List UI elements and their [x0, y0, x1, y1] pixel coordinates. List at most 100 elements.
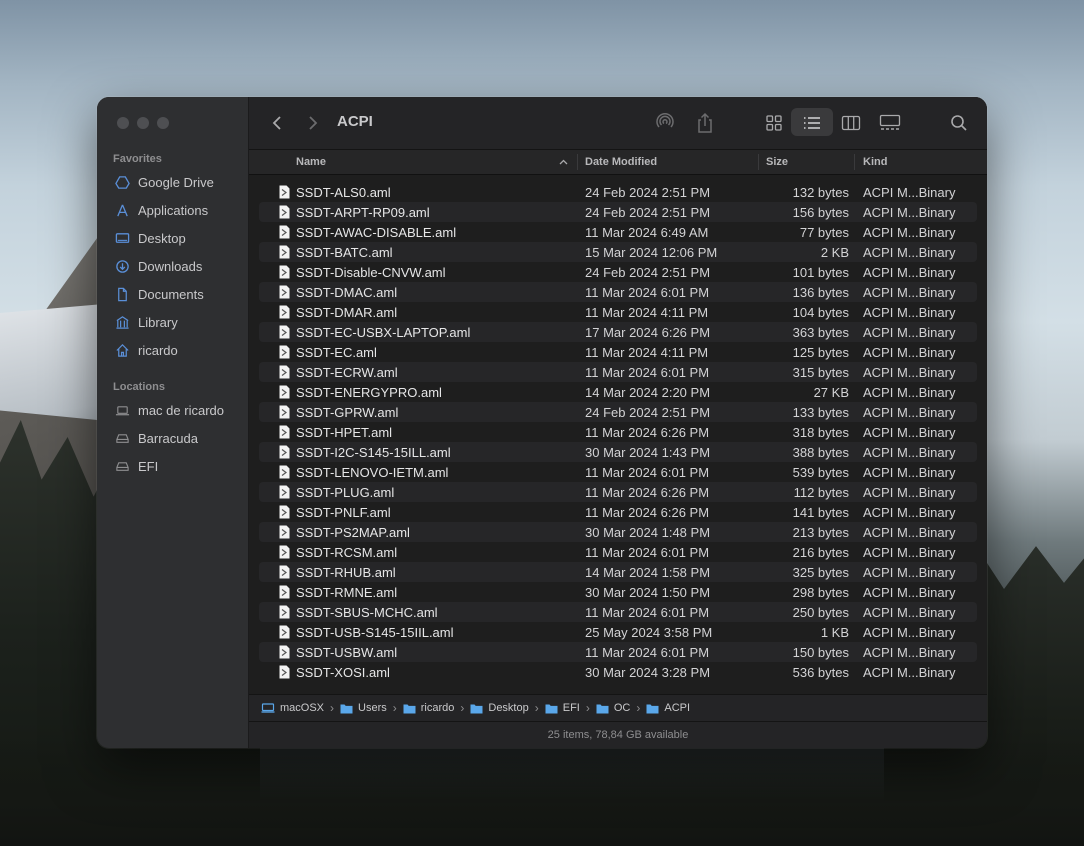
sidebar-item-barracuda[interactable]: Barracuda [115, 427, 198, 449]
file-row[interactable]: SSDT-SBUS-MCHC.aml 11 Mar 2024 6:01 PM 250… [259, 602, 977, 622]
documents-icon [118, 287, 127, 301]
file-row[interactable]: SSDT-USB-S145-15IIL.aml 25 May 2024 3:58 … [259, 622, 977, 642]
file-kind: ACPI M...Binary [863, 545, 956, 560]
sidebar-item-mac-de-ricardo[interactable]: mac de ricardo [115, 399, 224, 421]
file-row[interactable]: SSDT-AWAC-DISABLE.aml 11 Mar 2024 6:49 AM… [259, 222, 977, 242]
file-row[interactable]: SSDT-DMAR.aml 11 Mar 2024 4:11 PM 104 byte… [259, 302, 977, 322]
minimize-button[interactable] [137, 117, 149, 129]
aml-file-icon [279, 365, 290, 379]
file-name: SSDT-PNLF.aml [296, 505, 391, 520]
file-date-modified: 11 Mar 2024 4:11 PM [585, 345, 709, 360]
sidebar-item-desktop[interactable]: Desktop [115, 227, 186, 249]
file-row[interactable]: SSDT-LENOVO-IETM.aml 11 Mar 2024 6:01 PM 5… [259, 462, 977, 482]
aml-file-icon [279, 465, 290, 479]
breadcrumb-item[interactable]: ACPI [646, 702, 690, 714]
file-size: 539 bytes [792, 465, 849, 480]
file-name: SSDT-ECRW.aml [296, 365, 398, 380]
file-row[interactable]: SSDT-RMNE.aml 30 Mar 2024 1:50 PM 298 byte… [259, 582, 977, 602]
file-row[interactable]: SSDT-ECRW.aml 11 Mar 2024 6:01 PM 315 byte… [259, 362, 977, 382]
breadcrumb-item[interactable]: macOSX [261, 702, 324, 714]
sidebar-item-label: Desktop [138, 230, 186, 246]
file-row[interactable]: SSDT-PNLF.aml 11 Mar 2024 6:26 PM 141 byte… [259, 502, 977, 522]
file-row[interactable]: SSDT-HPET.aml 11 Mar 2024 6:26 PM 318 byte… [259, 422, 977, 442]
column-separator[interactable] [854, 154, 855, 170]
icon-view-button[interactable] [761, 110, 787, 136]
file-row[interactable]: SSDT-EC-USBX-LAPTOP.aml 17 Mar 2024 6:26 … [259, 322, 977, 342]
column-separator[interactable] [758, 154, 759, 170]
file-date-modified: 25 May 2024 3:58 PM [585, 625, 713, 640]
breadcrumb-item[interactable]: ricardo [403, 702, 454, 714]
file-name: SSDT-RMNE.aml [296, 585, 398, 600]
file-row[interactable]: SSDT-GPRW.aml 24 Feb 2024 2:51 PM 133 byte… [259, 402, 977, 422]
chevron-right-icon: › [636, 701, 641, 715]
file-row[interactable]: SSDT-XOSI.aml 30 Mar 2024 3:28 PM 536 byte… [259, 662, 977, 682]
file-row[interactable]: SSDT-I2C-S145-15ILL.aml 30 Mar 2024 1:43 … [259, 442, 977, 462]
file-name: SSDT-ARPT-RP09.aml [296, 205, 430, 220]
window-title: ACPI [337, 113, 373, 130]
file-row[interactable]: SSDT-ARPT-RP09.aml 24 Feb 2024 2:51 PM 156… [259, 202, 977, 222]
file-kind: ACPI M...Binary [863, 205, 956, 220]
share-button[interactable] [693, 110, 717, 136]
sidebar-item-applications[interactable]: Applications [115, 199, 208, 221]
column-date-modified[interactable]: Date Modified [585, 156, 657, 168]
file-kind: ACPI M...Binary [863, 445, 956, 460]
share-icon [698, 112, 712, 133]
file-row[interactable]: SSDT-PLUG.aml 11 Mar 2024 6:26 PM 112 byte… [259, 482, 977, 502]
folder-icon [340, 704, 353, 713]
file-date-modified: 11 Mar 2024 4:11 PM [585, 305, 709, 320]
column-separator[interactable] [577, 154, 578, 170]
airdrop-button[interactable] [653, 110, 677, 136]
sidebar-item-google-drive[interactable]: Google Drive [115, 171, 214, 193]
status-bar: 25 items, 78,84 GB available [249, 721, 987, 748]
file-date-modified: 30 Mar 2024 1:50 PM [585, 585, 711, 600]
back-button[interactable] [267, 110, 287, 136]
file-name: SSDT-DMAC.aml [296, 285, 398, 300]
breadcrumb-item[interactable]: EFI [545, 702, 580, 714]
gallery-icon [879, 114, 901, 130]
sidebar-item-efi[interactable]: EFI [115, 455, 158, 477]
file-date-modified: 24 Feb 2024 2:51 PM [585, 405, 711, 420]
aml-file-icon [279, 585, 290, 599]
sidebar-item-ricardo[interactable]: ricardo [115, 339, 178, 361]
file-row[interactable]: SSDT-Disable-CNVW.aml 24 Feb 2024 2:51 PM… [259, 262, 977, 282]
sidebar-item-downloads[interactable]: Downloads [115, 255, 202, 277]
file-kind: ACPI M...Binary [863, 645, 956, 660]
aml-file-icon [279, 185, 290, 199]
file-size: 2 KB [820, 245, 849, 260]
aml-file-icon [279, 425, 290, 439]
column-kind[interactable]: Kind [863, 156, 887, 168]
folder-icon [596, 704, 609, 713]
file-row[interactable]: SSDT-EC.aml 11 Mar 2024 4:11 PM 125 bytes A… [259, 342, 977, 362]
file-kind: ACPI M...Binary [863, 405, 956, 420]
breadcrumb-label: ACPI [664, 702, 691, 714]
breadcrumb-item[interactable]: Desktop [470, 702, 529, 714]
forward-button[interactable] [303, 110, 323, 136]
file-row[interactable]: SSDT-ENERGYPRO.aml 14 Mar 2024 2:20 PM 27 … [259, 382, 977, 402]
aml-file-icon [279, 405, 290, 419]
file-kind: ACPI M...Binary [863, 625, 956, 640]
file-row[interactable]: SSDT-BATC.aml 15 Mar 2024 12:06 PM 2 KB ACP… [259, 242, 977, 262]
list-icon [804, 117, 820, 129]
column-size[interactable]: Size [766, 156, 788, 168]
search-button[interactable] [947, 110, 971, 136]
file-row[interactable]: SSDT-USBW.aml 11 Mar 2024 6:01 PM 150 byte… [259, 642, 977, 662]
column-view-button[interactable] [838, 110, 864, 136]
column-name[interactable]: Name [296, 156, 326, 168]
favorites-heading: Favorites [113, 153, 162, 165]
sidebar-item-library[interactable]: Library [115, 311, 178, 333]
list-view-button[interactable] [799, 110, 825, 136]
file-row[interactable]: SSDT-ALS0.aml 24 Feb 2024 2:51 PM 132 byte… [259, 182, 977, 202]
file-row[interactable]: SSDT-RCSM.aml 11 Mar 2024 6:01 PM 216 byte… [259, 542, 977, 562]
sidebar-item-documents[interactable]: Documents [115, 283, 204, 305]
close-button[interactable] [117, 117, 129, 129]
breadcrumb-item[interactable]: OC [596, 702, 630, 714]
gallery-view-button[interactable] [875, 110, 905, 136]
zoom-button[interactable] [157, 117, 169, 129]
chevron-right-icon: › [534, 701, 539, 715]
file-row[interactable]: SSDT-RHUB.aml 14 Mar 2024 1:58 PM 325 byte… [259, 562, 977, 582]
file-row[interactable]: SSDT-DMAC.aml 11 Mar 2024 6:01 PM 136 byte… [259, 282, 977, 302]
sidebar-item-label: Barracuda [138, 430, 198, 446]
file-row[interactable]: SSDT-PS2MAP.aml 30 Mar 2024 1:48 PM 213 by… [259, 522, 977, 542]
breadcrumb-item[interactable]: Users [340, 702, 387, 714]
file-date-modified: 30 Mar 2024 1:43 PM [585, 445, 711, 460]
